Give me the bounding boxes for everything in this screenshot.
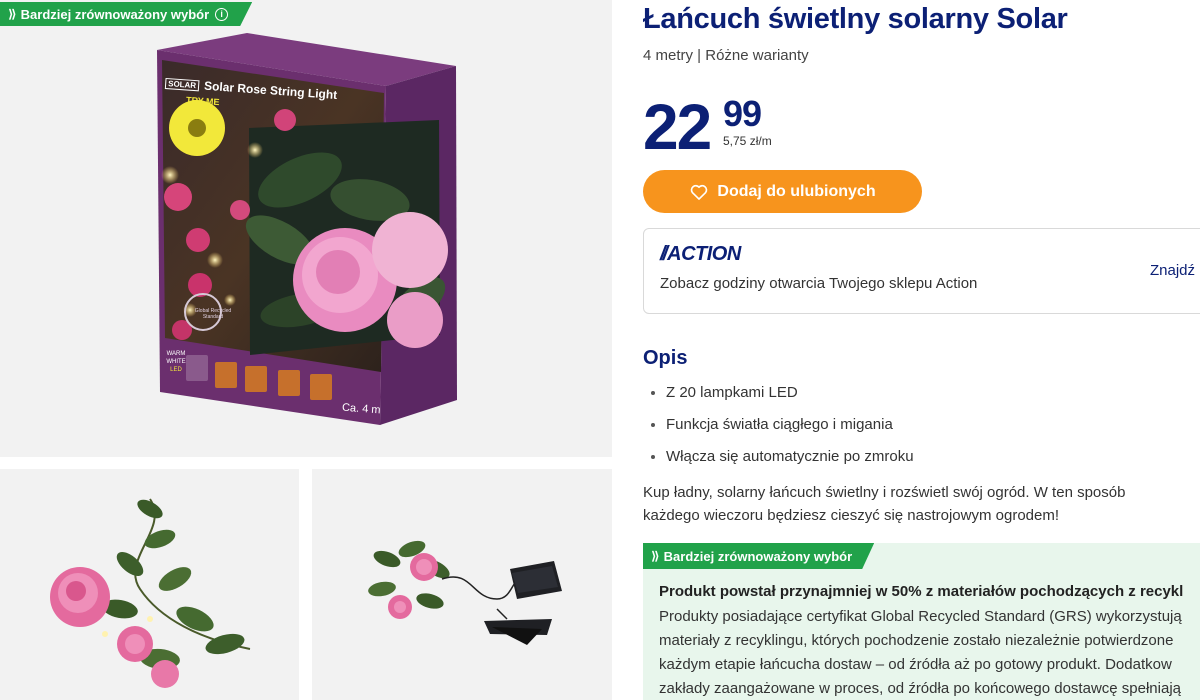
- recycled-label: Global Recycled Standard: [194, 308, 232, 320]
- heart-icon: [691, 184, 708, 200]
- bullet-icon: [651, 391, 655, 395]
- main-product-image[interactable]: ⟫ Bardziej zrównoważony wybór i SOLAR So…: [0, 0, 612, 457]
- add-to-favorites-button[interactable]: Dodaj do ulubionych: [643, 170, 922, 213]
- sustainability-badge: ⟫ Bardziej zrównoważony wybór: [643, 543, 874, 569]
- rose-garland-illustration: [50, 498, 251, 688]
- add-to-favorites-label: Dodaj do ulubionych: [717, 182, 876, 200]
- action-logo: //ACTION: [660, 243, 741, 266]
- bullet-icon: [651, 455, 655, 459]
- sustainability-line: materiały z recyklingu, których pochodze…: [659, 632, 1174, 649]
- product-title: Łańcuch świetlny solarny Solar: [643, 3, 1068, 35]
- bullet-icon: [651, 423, 655, 427]
- thumbnail-2[interactable]: [312, 469, 612, 700]
- logo-slashes-icon: //: [660, 243, 668, 265]
- description-text: Kup ładny, solarny łańcuch świetlny i ro…: [643, 484, 1126, 524]
- feature-item: Z 20 lampkami LED: [643, 377, 914, 409]
- action-logo-text: ACTION: [667, 243, 741, 265]
- eco-badge[interactable]: ⟫ Bardziej zrównoważony wybór i: [0, 2, 252, 26]
- sustainability-line: Produkty posiadające certyfikat Global R…: [659, 608, 1182, 625]
- feature-text: Z 20 lampkami LED: [666, 384, 798, 401]
- unit-price: 5,75 zł/m: [723, 134, 772, 148]
- sustainability-title: Produkt powstał przynajmniej w 50% z mat…: [659, 583, 1184, 600]
- sustainability-line: każdym etapie łańcucha dostaw – od źródł…: [659, 656, 1172, 673]
- sustainability-badge-label: Bardziej zrównoważony wybór: [663, 548, 853, 564]
- feature-item: Włącza się automatycznie po zmroku: [643, 441, 914, 473]
- info-icon[interactable]: i: [215, 8, 228, 21]
- eco-badge-label: Bardziej zrównoważony wybór: [20, 6, 210, 22]
- package-brand: SOLAR: [164, 77, 200, 91]
- store-hours-text: Zobacz godziny otwarcia Twojego sklepu A…: [660, 275, 978, 292]
- price-decimal: 99: [723, 93, 762, 134]
- warm-white-label: WARM WHITE LED: [165, 350, 187, 374]
- price-integer: 22: [643, 91, 712, 163]
- eco-chevron-icon: ⟫: [8, 7, 15, 21]
- description-heading: Opis: [643, 347, 688, 369]
- store-finder: //ACTION Zobacz godziny otwarcia Twojego…: [643, 228, 1200, 314]
- product-subtitle: 4 metry | Różne warianty: [643, 47, 809, 64]
- sustainability-body: Produkty posiadające certyfikat Global R…: [659, 605, 1200, 700]
- feature-text: Funkcja światła ciągłego i migania: [666, 416, 893, 433]
- sustainability-panel: ⟫ Bardziej zrównoważony wybór Produkt po…: [643, 543, 1200, 700]
- find-store-link[interactable]: Znajdź: [1150, 262, 1195, 279]
- product-gallery: ⟫ Bardziej zrównoważony wybór i SOLAR So…: [0, 0, 612, 700]
- feature-item: Funkcja światła ciągłego i migania: [643, 409, 914, 441]
- garland-with-solar-panel-illustration: [368, 540, 562, 645]
- package-illustration: [157, 33, 457, 425]
- feature-list: Z 20 lampkami LED Funkcja światła ciągłe…: [643, 377, 914, 473]
- warm-white-text: WARM WHITE: [166, 351, 186, 365]
- eco-chevron-icon: ⟫: [651, 549, 658, 563]
- sustainability-line: zakłady zaangażowane w proces, od źródła…: [659, 680, 1181, 697]
- product-info: Łańcuch świetlny solarny Solar 4 metry |…: [643, 0, 1200, 700]
- thumbnail-1[interactable]: [0, 469, 299, 700]
- led-text: LED: [170, 367, 182, 373]
- feature-text: Włącza się automatycznie po zmroku: [666, 448, 914, 465]
